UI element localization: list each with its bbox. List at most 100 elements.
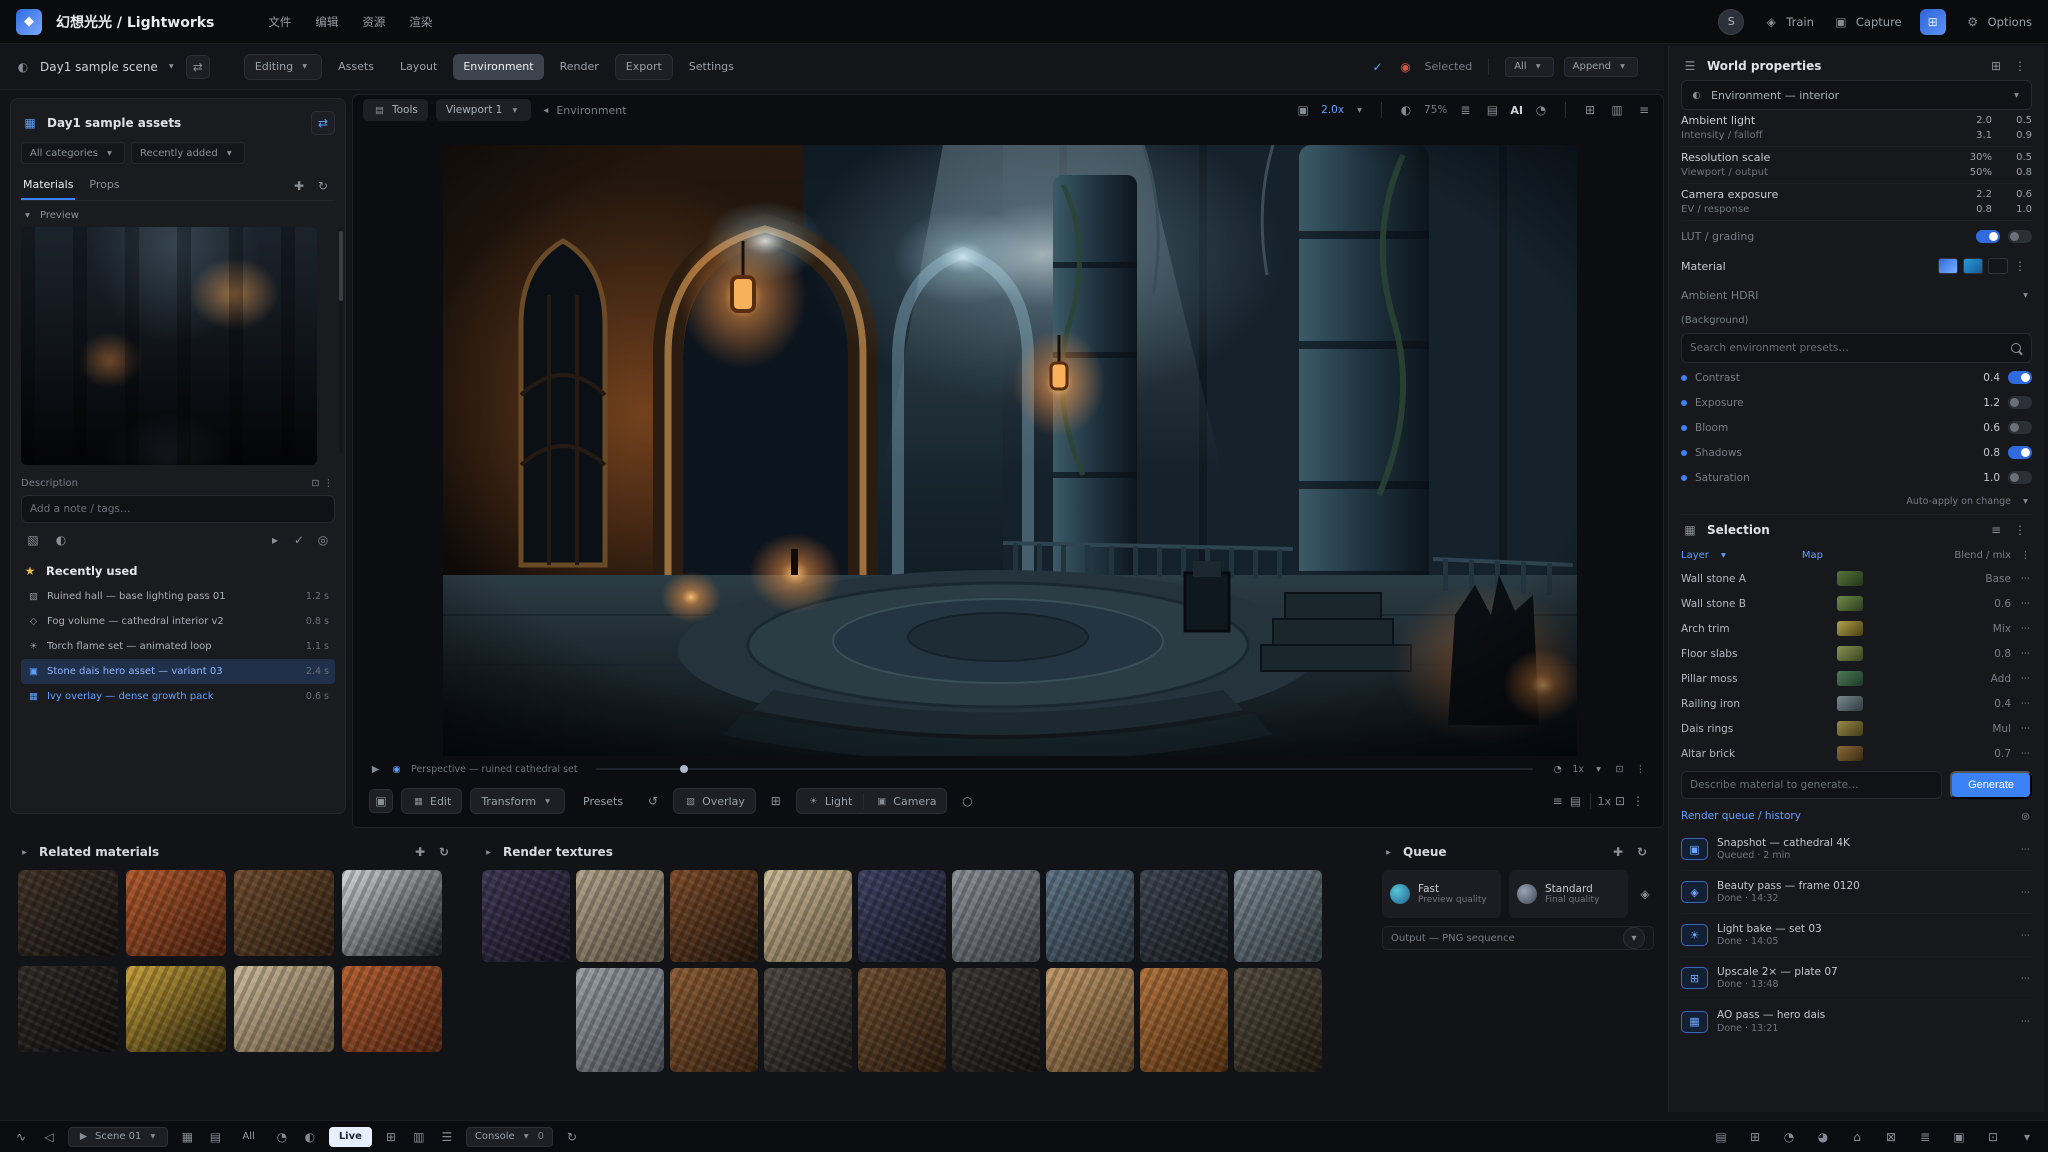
selection-menu-button[interactable]: ⋮	[2008, 518, 2032, 542]
select-tool-button[interactable]: ▣	[369, 789, 393, 813]
param-toggle[interactable]	[2008, 471, 2032, 484]
texture-thumb[interactable]	[858, 968, 946, 1072]
camera-icon[interactable]: ▣	[1294, 101, 1312, 119]
param-toggle[interactable]	[2008, 446, 2032, 459]
texture-thumb[interactable]	[952, 968, 1040, 1072]
sr-rows-icon[interactable]: ▤	[1712, 1128, 1730, 1146]
menu-item-edit[interactable]: 编辑	[315, 14, 338, 30]
selection-row[interactable]: Wall stone B 0.6 ⋯	[1681, 591, 2032, 616]
preview-caret-icon[interactable]: ▾	[21, 209, 34, 222]
asset-list-item[interactable]: ☀ Torch flame set — animated loop1.1 s	[21, 634, 335, 659]
material-thumb[interactable]	[126, 870, 226, 956]
column-map[interactable]: Map	[1802, 550, 1823, 561]
quality-value[interactable]: 75%	[1424, 104, 1447, 116]
sr-box-icon[interactable]: ⊠	[1882, 1128, 1900, 1146]
focus-ring-button[interactable]: ○	[955, 789, 979, 813]
assets-swap-button[interactable]: ⇄	[311, 111, 335, 135]
material-thumb[interactable]	[342, 870, 442, 956]
sb-refresh-icon[interactable]: ↻	[563, 1128, 581, 1146]
menu-item-assets[interactable]: 资源	[362, 14, 385, 30]
row-more-icon[interactable]: ⋯	[2019, 572, 2032, 585]
segment-props[interactable]: Props	[87, 171, 121, 200]
asset-preview-image[interactable]	[21, 227, 317, 465]
play-icon[interactable]: ▶	[369, 763, 382, 776]
texture-thumb[interactable]	[576, 870, 664, 962]
grid-toggle-button[interactable]: ⊞	[764, 789, 788, 813]
material-thumb[interactable]	[234, 966, 334, 1052]
sliders-icon[interactable]: ≡	[1635, 101, 1653, 119]
transform-dropdown[interactable]: Transform▾	[470, 788, 565, 814]
note-save-button[interactable]: ✓	[287, 528, 311, 552]
texture-thumb[interactable]	[576, 968, 664, 1072]
tab-export[interactable]: Export	[615, 54, 673, 80]
row-more-icon[interactable]: ⋯	[2019, 697, 2032, 710]
add-asset-button[interactable]: ✚	[287, 174, 311, 198]
texture-thumb[interactable]	[670, 870, 758, 962]
refresh-assets-button[interactable]: ↻	[311, 174, 335, 198]
texture-thumb[interactable]	[670, 968, 758, 1072]
note-send-button[interactable]: ▸	[263, 528, 287, 552]
texture-thumb[interactable]	[952, 870, 1040, 962]
viewport-scene[interactable]	[443, 145, 1577, 756]
texture-thumb[interactable]	[764, 968, 852, 1072]
texture-thumb[interactable]	[1046, 968, 1134, 1072]
materials-caret-icon[interactable]: ▸	[18, 846, 31, 859]
scene-selector[interactable]: ▶ Scene 01 ▾	[68, 1127, 168, 1147]
refresh-materials-button[interactable]: ↻	[432, 840, 456, 864]
jobs-caret-icon[interactable]: ▸	[1382, 846, 1395, 859]
selection-row[interactable]: Railing iron 0.4 ⋯	[1681, 691, 2032, 716]
queue-more-icon[interactable]: ⋯	[2019, 929, 2032, 942]
row-more-icon[interactable]: ⋯	[2019, 597, 2032, 610]
scrubber-handle[interactable]	[680, 765, 688, 773]
environment-select[interactable]: ◐ Environment — interior ▾	[1681, 80, 2032, 110]
asset-list-item[interactable]: ▧ Ruined hall — base lighting pass 011.2…	[21, 584, 335, 609]
selection-row[interactable]: Arch trim Mix ⋯	[1681, 616, 2032, 641]
queue-item[interactable]: ◈ Beauty pass — frame 0120Done · 14:32 ⋯	[1681, 871, 2032, 914]
tab-tools[interactable]: ▤Tools	[363, 99, 428, 121]
fit-icon[interactable]: ⊡	[1613, 763, 1626, 776]
live-button[interactable]: Live	[329, 1127, 372, 1147]
note-color-button[interactable]: ◐	[49, 528, 73, 552]
asset-list-item[interactable]: ◇ Fog volume — cathedral interior v20.8 …	[21, 609, 335, 634]
table-menu-icon[interactable]: ⋮	[2019, 549, 2032, 562]
material-menu-button[interactable]: ⋮	[2008, 254, 2032, 278]
segment-materials[interactable]: Materials	[21, 171, 75, 200]
back-icon[interactable]: ◂	[539, 104, 552, 117]
light-camera-group[interactable]: ☀Light ▣Camera	[796, 788, 948, 814]
clock-icon[interactable]: ◔	[1532, 101, 1550, 119]
environment-search-input[interactable]	[1690, 335, 2002, 361]
selection-collapse-button[interactable]: ≡	[1984, 518, 2008, 542]
output-caret-button[interactable]: ▾	[1623, 927, 1645, 949]
zoom-caret-icon[interactable]: ▾	[1353, 104, 1366, 117]
material-thumb[interactable]	[234, 870, 334, 956]
append-dropdown[interactable]: Append▾	[1564, 57, 1638, 77]
sr-list-icon[interactable]: ≣	[1916, 1128, 1934, 1146]
texture-thumb[interactable]	[1140, 870, 1228, 962]
generate-button[interactable]: Generate	[1950, 771, 2032, 799]
train-button[interactable]: ◈ Train	[1762, 13, 1814, 31]
material-thumb[interactable]	[342, 966, 442, 1052]
asset-note-input[interactable]	[21, 495, 335, 523]
note-target-button[interactable]: ◎	[311, 528, 335, 552]
presets-button[interactable]: Presets	[573, 788, 633, 814]
material-thumb[interactable]	[126, 966, 226, 1052]
layer-thumbnail[interactable]	[1837, 646, 1863, 661]
texture-thumb[interactable]	[1234, 870, 1322, 962]
queue-item[interactable]: ☀ Light bake — set 03Done · 14:05 ⋯	[1681, 914, 2032, 957]
category-select[interactable]: All categories▾	[21, 142, 125, 164]
layer-thumbnail[interactable]	[1837, 746, 1863, 761]
material-swatch-dark[interactable]	[1988, 258, 2008, 274]
project-swap-button[interactable]: ⇄	[186, 55, 210, 79]
sr-chevron-icon[interactable]: ▾	[2018, 1128, 2036, 1146]
note-attach-button[interactable]: ▧	[21, 528, 45, 552]
param-toggle[interactable]	[2008, 396, 2032, 409]
panels-icon[interactable]: ▥	[1608, 101, 1626, 119]
tab-assets[interactable]: Assets	[328, 54, 384, 80]
sb-split-icon[interactable]: ⊞	[382, 1128, 400, 1146]
desc-expand-icon[interactable]: ⊡	[309, 477, 322, 490]
textures-caret-icon[interactable]: ▸	[482, 846, 495, 859]
tab-viewport-1[interactable]: Viewport 1▾	[436, 99, 531, 121]
environment-search[interactable]	[1681, 333, 2032, 363]
queue-item[interactable]: ⊞ Upscale 2× — plate 07Done · 13:48 ⋯	[1681, 957, 2032, 1000]
lut-toggle[interactable]	[1976, 230, 2000, 243]
